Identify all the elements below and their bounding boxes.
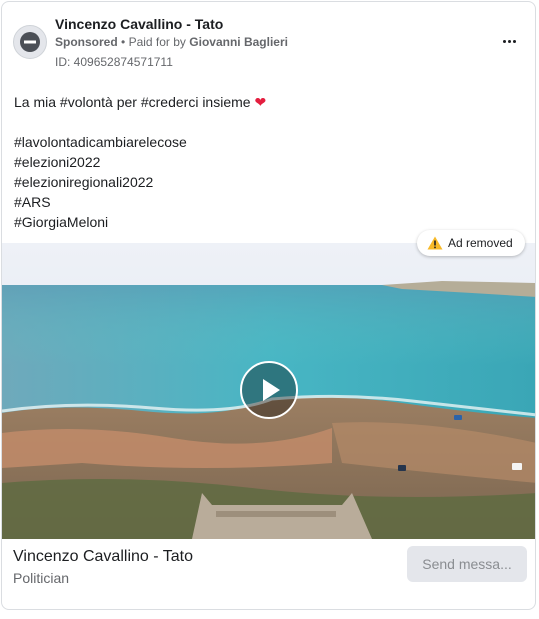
paid-for-prefix: Paid for by: [128, 35, 186, 49]
play-icon: [263, 379, 280, 401]
footer-title[interactable]: Vincenzo Cavallino - Tato: [13, 548, 193, 566]
sponsored-line: Sponsored • Paid for by Giovanni Baglier…: [55, 35, 288, 49]
video-media[interactable]: [2, 243, 535, 539]
separator: •: [121, 35, 126, 49]
page-name[interactable]: Vincenzo Cavallino - Tato: [55, 16, 223, 32]
avatar[interactable]: [13, 25, 47, 59]
ad-footer: Vincenzo Cavallino - Tato Politician Sen…: [2, 539, 535, 609]
more-options-icon: [502, 39, 506, 43]
send-message-button[interactable]: Send messa...: [407, 546, 527, 582]
ad-header: Vincenzo Cavallino - Tato Sponsored • Pa…: [2, 2, 535, 82]
warning-icon: [427, 236, 443, 250]
footer-subtitle: Politician: [13, 570, 70, 586]
more-options-icon-dot: [507, 39, 511, 43]
post-line: [14, 112, 524, 132]
post-line-text: La mia #volontà per #crederci insieme: [14, 94, 251, 110]
post-line: La mia #volontà per #crederci insieme ❤: [14, 92, 524, 112]
heart-icon: ❤: [254, 94, 267, 110]
hashtag[interactable]: #GiorgiaMeloni: [14, 212, 524, 232]
hashtag[interactable]: #elezioni2022: [14, 152, 524, 172]
blocked-avatar-icon: [20, 32, 40, 52]
more-options-button[interactable]: [497, 32, 521, 50]
sponsored-label: Sponsored: [55, 35, 118, 49]
paid-for-name[interactable]: Giovanni Baglieri: [189, 35, 288, 49]
ad-card: Vincenzo Cavallino - Tato Sponsored • Pa…: [1, 1, 536, 610]
ad-removed-label: Ad removed: [448, 236, 513, 250]
hashtag[interactable]: #lavolontadicambiarelecose: [14, 132, 524, 152]
post-text: La mia #volontà per #crederci insieme ❤ …: [14, 92, 524, 232]
ad-removed-badge: Ad removed: [417, 230, 525, 256]
hashtag[interactable]: #elezioniregionali2022: [14, 172, 524, 192]
more-options-icon-dot: [512, 39, 516, 43]
ad-id: ID: 409652874571711: [55, 55, 173, 69]
play-button[interactable]: [240, 361, 298, 419]
hashtag[interactable]: #ARS: [14, 192, 524, 212]
